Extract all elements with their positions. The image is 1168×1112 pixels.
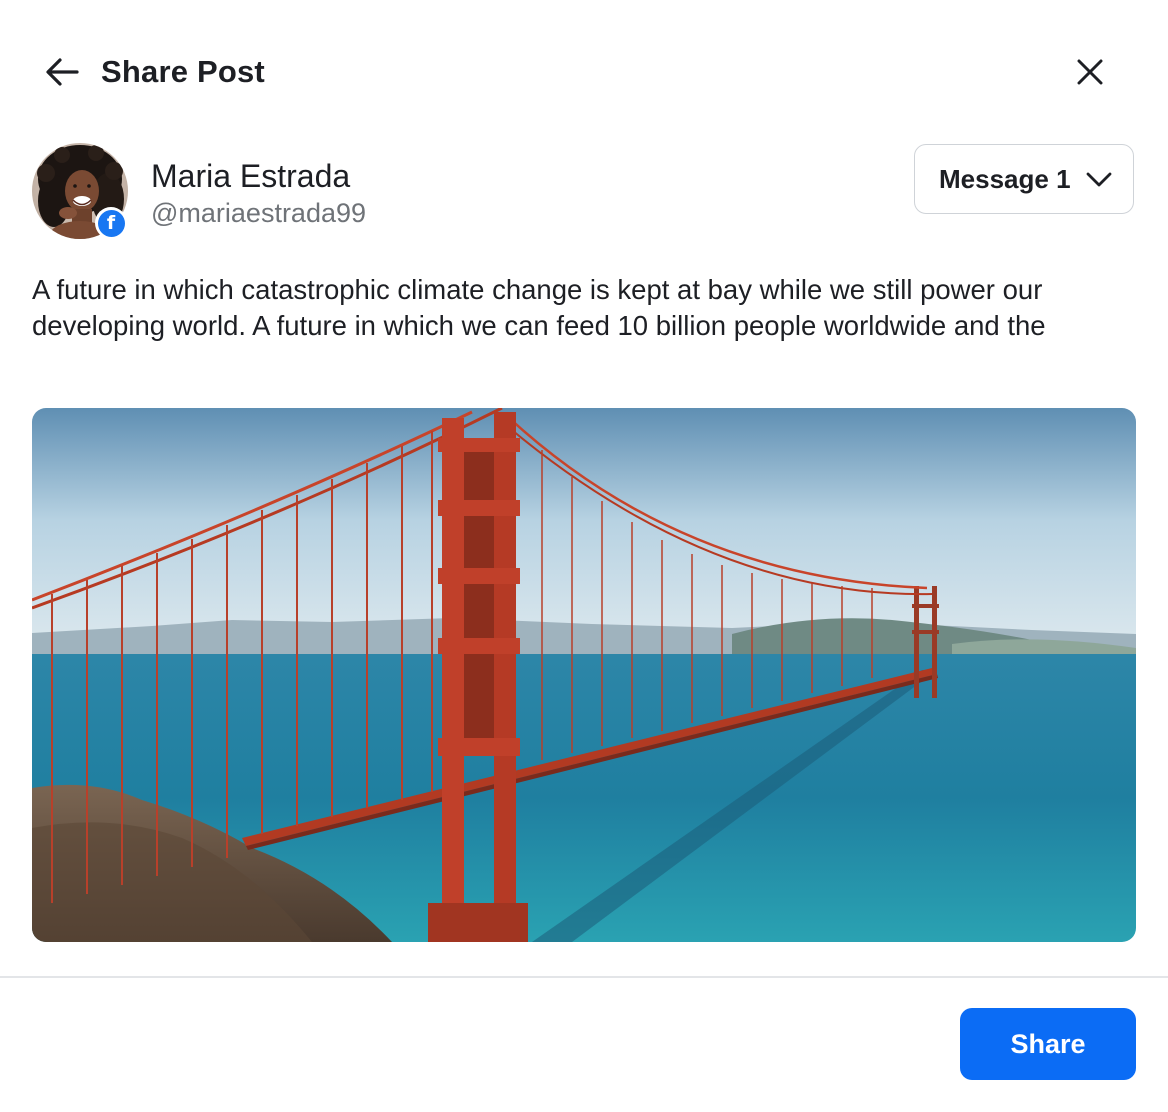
message-select-value: Message 1 — [939, 163, 1071, 194]
golden-gate-bridge-photo — [32, 408, 1136, 942]
dialog-header: Share Post — [0, 0, 1168, 144]
user-name: Maria Estrada — [151, 158, 351, 194]
post-image — [32, 408, 1136, 942]
chevron-down-icon — [1086, 172, 1112, 187]
profile-section: f Maria Estrada @mariaestrada99 — [32, 143, 732, 243]
close-button[interactable] — [1068, 50, 1112, 94]
facebook-badge-glyph: f — [97, 209, 125, 237]
back-button[interactable] — [40, 52, 84, 92]
share-post-dialog: Share Post f Maria Estrada @mariaestrada… — [0, 0, 1168, 1112]
share-button[interactable]: Share — [960, 1008, 1136, 1080]
message-select-dropdown[interactable]: Message 1 — [914, 144, 1134, 214]
close-icon — [1077, 59, 1103, 85]
post-text: A future in which catastrophic climate c… — [32, 274, 1046, 341]
footer-divider — [0, 976, 1168, 978]
facebook-icon: f — [95, 207, 127, 239]
dialog-title: Share Post — [101, 54, 265, 89]
arrow-left-icon — [46, 58, 79, 86]
user-handle: @mariaestrada99 — [151, 198, 367, 228]
